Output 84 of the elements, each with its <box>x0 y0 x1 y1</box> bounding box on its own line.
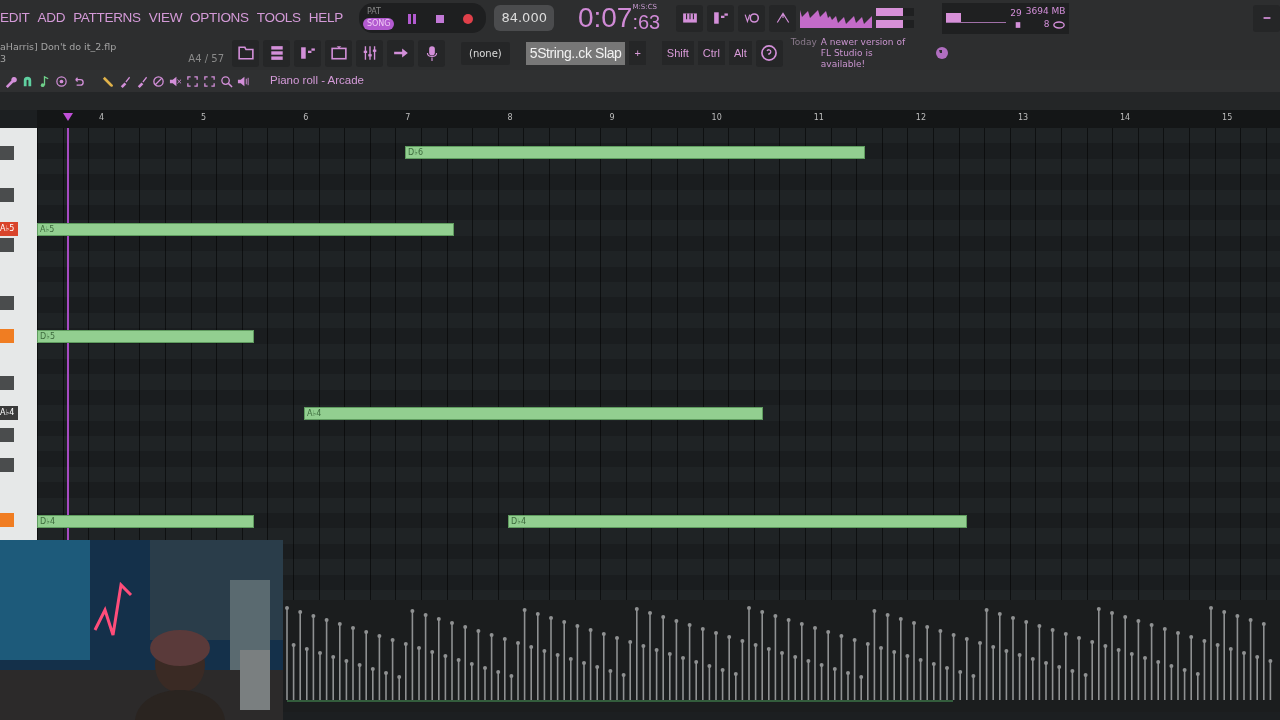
key-label: A♭4 <box>0 406 18 420</box>
window-title: Piano roll - Arcade <box>270 73 364 89</box>
menu-item[interactable]: TOOLS <box>256 7 301 29</box>
tempo-field[interactable]: 84.000 <box>494 5 554 31</box>
select-icon[interactable] <box>203 74 216 88</box>
key-label: A♭5 <box>0 222 18 236</box>
note-block[interactable]: A♭5 <box>37 223 454 236</box>
modifier-key-button[interactable]: Alt <box>728 40 752 66</box>
channel-selector[interactable]: 5String..ck Slap <box>525 41 626 65</box>
note-block[interactable]: A♭4 <box>304 407 763 420</box>
note-block[interactable]: D♭4 <box>508 515 967 528</box>
polyphony-count: 29 <box>1010 7 1022 21</box>
modifier-key-button[interactable]: Ctrl <box>697 40 725 66</box>
mode-toggle[interactable]: PAT <box>362 6 395 18</box>
loop-icon <box>743 10 760 26</box>
step-button[interactable] <box>294 39 321 67</box>
metronome-icon <box>774 10 791 26</box>
arrow-button[interactable] <box>387 39 414 67</box>
project-info: 3 <box>0 53 7 65</box>
bar-number: 4 <box>99 112 105 124</box>
step-icon <box>299 45 316 61</box>
record-icon <box>461 11 476 26</box>
menu-item[interactable]: EDIT <box>0 7 30 29</box>
stacked-blocks-icon <box>268 45 285 61</box>
step-button[interactable] <box>707 4 735 32</box>
prohibited-icon[interactable] <box>152 74 165 88</box>
project-file-name: aHarris] Don't do it_2.flp <box>0 41 118 53</box>
help-button[interactable] <box>755 39 783 67</box>
memory-icon <box>1013 20 1022 29</box>
bar-number: 13 <box>1017 112 1029 124</box>
folder-button[interactable] <box>232 39 259 67</box>
note-block[interactable]: D♭5 <box>37 330 254 343</box>
wrench-icon[interactable] <box>4 74 17 88</box>
hint-message: A newer version of FL Studio is available! <box>820 36 907 70</box>
pattern-selector[interactable]: (none) <box>461 41 510 65</box>
window-button[interactable] <box>325 39 352 67</box>
globe-icon[interactable] <box>934 46 949 60</box>
search-icon[interactable] <box>220 74 233 88</box>
step-icon <box>712 10 729 26</box>
bar-number: 10 <box>711 112 722 124</box>
note-block[interactable]: D♭4 <box>37 515 254 528</box>
keyboard-button[interactable] <box>676 4 704 32</box>
bar-number: 7 <box>405 112 411 124</box>
select-icon[interactable] <box>186 74 199 88</box>
lips-icon <box>1053 18 1066 31</box>
playhead-marker-icon[interactable] <box>63 113 73 121</box>
note-icon[interactable] <box>38 74 51 88</box>
brush-icon[interactable] <box>135 74 148 88</box>
bar-number: 11 <box>813 112 824 124</box>
bar-number: 6 <box>303 112 309 124</box>
magnet-icon[interactable] <box>21 74 34 88</box>
bar-number: 12 <box>915 112 926 124</box>
menu-item[interactable]: VIEW <box>148 7 183 29</box>
position-readout: A4 / 57 <box>188 53 224 65</box>
hint-day: Today <box>790 36 817 48</box>
window-icon <box>330 45 347 61</box>
microphone-button[interactable] <box>418 39 445 67</box>
brush-icon[interactable] <box>118 74 131 88</box>
sliders-icon <box>361 45 378 61</box>
menu-item[interactable]: OPTIONS <box>190 7 249 29</box>
menu-item[interactable]: PATTERNS <box>73 7 141 29</box>
bar-number: 9 <box>609 112 615 124</box>
folder-icon <box>237 45 254 61</box>
voice-count: 8 <box>1043 18 1050 31</box>
add-button[interactable]: + <box>629 40 646 66</box>
bar-number: 14 <box>1120 112 1131 124</box>
stacked-blocks-button[interactable] <box>263 39 290 67</box>
pencil-icon[interactable] <box>101 74 114 88</box>
time-centiseconds: :63 <box>632 11 661 33</box>
metronome-button[interactable] <box>769 4 797 32</box>
bar-number: 8 <box>507 112 513 124</box>
time-display: 0:07 <box>577 3 633 33</box>
sliders-button[interactable] <box>356 39 383 67</box>
modifier-key-button[interactable]: Shift <box>661 40 694 66</box>
menu-item[interactable]: ADD <box>37 7 66 29</box>
bar-number: 5 <box>201 112 207 124</box>
bar-number: 15 <box>1222 112 1233 124</box>
loop-button[interactable] <box>738 4 766 32</box>
memory-usage: 3694 MB <box>1025 4 1066 18</box>
menu-item[interactable]: HELP <box>308 7 343 29</box>
keyboard-icon <box>681 10 698 26</box>
circle-icon[interactable] <box>55 74 68 88</box>
help-icon <box>760 44 779 62</box>
note-block[interactable]: D♭6 <box>405 146 865 159</box>
